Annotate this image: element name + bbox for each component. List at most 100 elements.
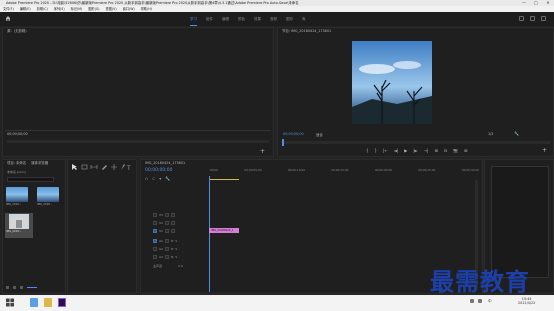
volume-icon[interactable] — [478, 299, 482, 303]
tab-color[interactable]: 颜色 — [238, 12, 245, 26]
track-target-toggle[interactable] — [153, 221, 157, 225]
work-area-bar[interactable] — [209, 179, 239, 180]
tab-assembly[interactable]: 组件 — [206, 12, 213, 26]
timeline-timecode[interactable]: 00;00;00;00 — [145, 168, 172, 173]
lift-button[interactable]: ⊞ — [434, 148, 437, 153]
workspace-tabs: 学习 组件 编辑 颜色 效果 音频 图形 库 — [190, 12, 306, 26]
tab-effects[interactable]: 效果 — [254, 12, 261, 26]
lock-icon[interactable] — [164, 239, 169, 243]
mark-in-button[interactable]: { — [366, 148, 369, 153]
comparison-view-button[interactable]: ⊞ — [464, 148, 467, 153]
mute-label[interactable]: M — [171, 255, 173, 259]
ruler-label: 00;00;05;00 — [244, 168, 262, 172]
lock-icon[interactable] — [164, 229, 169, 233]
tab-project[interactable]: 项目: 未命名 — [7, 160, 26, 166]
svg-text:T: T — [126, 165, 131, 171]
project-item[interactable]: IMG_2018... — [6, 187, 28, 206]
browser-icon[interactable] — [30, 298, 38, 307]
program-scrubber[interactable] — [282, 141, 550, 144]
search-icon[interactable] — [530, 16, 535, 21]
track-label: V3 — [159, 213, 163, 217]
tab-graphics[interactable]: 图形 — [286, 12, 293, 26]
lock-icon[interactable] — [164, 221, 169, 225]
quick-export-icon[interactable] — [519, 16, 524, 21]
workspace-icons — [519, 16, 546, 21]
language-indicator[interactable]: 中 — [488, 299, 492, 304]
network-icon[interactable] — [470, 299, 474, 303]
source-add-button[interactable]: + — [260, 148, 265, 155]
clock[interactable]: 15:44 2021/4/22 — [518, 297, 535, 305]
clock-date: 2021/4/22 — [518, 301, 536, 305]
master-volume[interactable]: 0.0 — [178, 264, 183, 268]
go-to-out-button[interactable]: →| — [424, 148, 429, 153]
premiere-icon[interactable] — [58, 298, 66, 307]
mute-label[interactable]: M — [171, 239, 173, 243]
track-target-toggle[interactable] — [153, 229, 157, 233]
list-view-icon[interactable] — [13, 286, 16, 289]
tab-libraries[interactable]: 库 — [302, 12, 306, 26]
solo-label[interactable]: S — [175, 247, 177, 251]
pencil-icon[interactable] — [6, 286, 9, 289]
go-to-in-button[interactable]: |← — [383, 148, 388, 153]
snap-icon[interactable]: ∩ — [145, 176, 148, 181]
mute-label[interactable]: M — [171, 247, 173, 251]
lock-icon[interactable] — [164, 255, 169, 259]
source-scrubber[interactable] — [7, 140, 269, 143]
clip-label: IMG_2018... — [6, 230, 22, 233]
windows-start-icon[interactable] — [6, 298, 14, 307]
lock-icon[interactable] — [164, 213, 169, 217]
eye-icon[interactable] — [170, 213, 175, 217]
program-fit-dropdown[interactable]: 适合 — [316, 132, 323, 137]
source-timecode[interactable]: 00;00;00;00 — [7, 132, 28, 136]
ruler-label: :00;00 — [209, 168, 219, 172]
timeline-playhead[interactable] — [209, 176, 210, 292]
eye-icon[interactable] — [170, 229, 175, 233]
step-forward-button[interactable]: |► — [413, 148, 417, 153]
ruler-label: 00;00;25;00 — [418, 168, 436, 172]
wrench-icon[interactable]: 🔧 — [165, 176, 170, 181]
track-target-toggle[interactable] — [153, 247, 157, 251]
timeline-ruler[interactable]: :00;00 00;00;05;00 00;00;10;00 00;00;15;… — [209, 168, 479, 176]
project-item-selected[interactable]: IMG_2018... — [5, 213, 33, 238]
notifications-icon[interactable] — [541, 16, 546, 21]
linked-selection-icon[interactable]: ⊂ — [152, 176, 155, 181]
icon-view-icon[interactable] — [20, 286, 23, 289]
program-add-button[interactable]: + — [542, 147, 547, 154]
tab-audio[interactable]: 音频 — [270, 12, 277, 26]
solo-label[interactable]: S — [175, 255, 177, 259]
project-search-input[interactable] — [7, 177, 54, 182]
eye-icon[interactable] — [170, 221, 175, 225]
window-title: Adobe Premiere Pro 2020 - D:\电影\52606\仿\… — [6, 1, 299, 5]
program-monitor-title[interactable]: 节目: IMG_20180424_173601 — [278, 28, 553, 34]
play-button[interactable]: ▶ — [404, 148, 407, 153]
track-target-toggle[interactable] — [153, 239, 157, 243]
program-playhead[interactable] — [282, 139, 284, 146]
program-resolution[interactable]: 1/2 — [488, 132, 493, 136]
home-icon[interactable] — [5, 15, 11, 22]
track-header-a2: A2 M S — [153, 246, 219, 252]
step-back-button[interactable]: ◄| — [394, 148, 398, 153]
taskbar: 中 15:44 2021/4/22 — [0, 295, 554, 311]
source-monitor-panel: 源：(无剪辑) 00;00;00;00 + — [2, 27, 274, 157]
tab-media-browser[interactable]: 媒体浏览器 — [31, 160, 48, 166]
mark-out-button[interactable]: } — [375, 148, 378, 153]
export-frame-button[interactable]: 📷 — [453, 148, 458, 153]
tab-learn[interactable]: 学习 — [190, 12, 197, 26]
source-monitor-title[interactable]: 源：(无剪辑) — [3, 28, 273, 34]
timeline-clip[interactable]: IMG_20180424_1 — [209, 228, 239, 233]
project-item[interactable]: IMG_2018... — [37, 187, 59, 206]
clip-label: IMG_2018... — [6, 203, 22, 206]
marker-icon[interactable]: ▾ — [159, 176, 161, 181]
folder-icon[interactable] — [44, 298, 52, 307]
track-target-toggle[interactable] — [153, 213, 157, 217]
track-target-toggle[interactable] — [153, 255, 157, 259]
program-timecode[interactable]: 00;00;00;00 — [283, 132, 304, 136]
project-file-name: 未命名.prproj — [7, 170, 26, 174]
timeline-sequence-tab[interactable]: IMG_20180424_173601 — [141, 160, 482, 166]
zoom-slider[interactable] — [27, 287, 37, 288]
wrench-icon[interactable]: 🔧 — [514, 131, 519, 136]
lock-icon[interactable] — [164, 247, 169, 251]
solo-label[interactable]: S — [175, 239, 177, 243]
tab-editing[interactable]: 编辑 — [222, 12, 229, 26]
extract-button[interactable]: ⊟ — [444, 148, 447, 153]
